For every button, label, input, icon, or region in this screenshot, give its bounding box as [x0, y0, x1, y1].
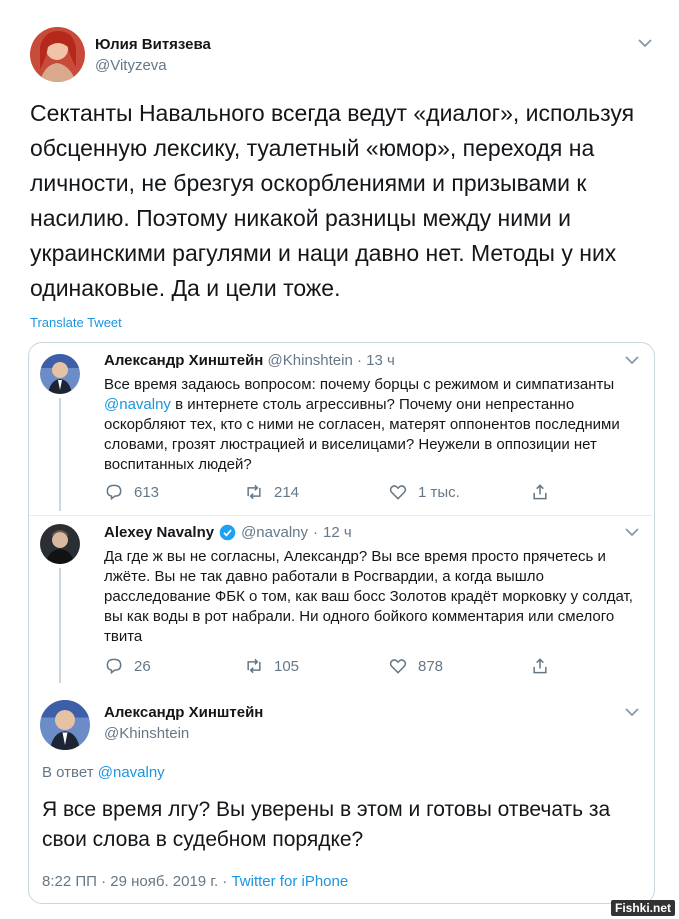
retweet-icon [247, 658, 261, 674]
heart-icon [389, 485, 407, 500]
tweet-source-link[interactable]: Twitter for iPhone [231, 873, 348, 890]
author-name[interactable]: Alexey Navalny [104, 524, 214, 541]
author-name[interactable]: Александр Хинштейн [104, 352, 263, 369]
translate-tweet-link[interactable]: Translate Tweet [30, 315, 122, 330]
tweet-timestamp[interactable]: 8:22 ПП · 29 нояб. 2019 г. · [42, 873, 231, 890]
tweet-text-part: Все время задаюсь вопросом: почему борцы… [104, 376, 615, 393]
retweet-count: 214 [274, 483, 300, 501]
avatar-khinshtein[interactable] [40, 354, 80, 394]
share-icon [533, 658, 547, 674]
share-action[interactable] [530, 482, 550, 502]
separator-dot: · [313, 524, 319, 541]
retweet-action[interactable]: 214 [244, 482, 299, 502]
author-handle[interactable]: @Khinshtein [268, 352, 353, 369]
thread-line [59, 568, 61, 683]
mention-link[interactable]: @navalny [98, 764, 165, 781]
quoted-tweet-text-2: Да где ж вы не согласны, Александр? Вы в… [104, 548, 633, 645]
retweet-count: 105 [274, 657, 300, 675]
reply-icon [106, 658, 122, 675]
like-count: 878 [418, 657, 444, 675]
avatar-navalny[interactable] [40, 524, 80, 564]
divider [29, 515, 652, 516]
verified-badge-icon [219, 524, 236, 541]
author-name[interactable]: Александр Хинштейн [104, 704, 263, 721]
watermark: Fishki.net [610, 900, 675, 916]
tweet-text: Сектанты Навального всегда ведут «диалог… [30, 100, 635, 301]
retweet-icon [247, 484, 261, 500]
reply-count: 26 [134, 657, 151, 675]
reply-prefix: В ответ [42, 764, 98, 781]
chevron-down-icon[interactable] [625, 707, 639, 717]
focused-tweet-text: Я все время лгу? Вы уверены в этом и гот… [42, 798, 611, 851]
quoted-header-2: Alexey Navalny @navalny · 12 ч [104, 524, 352, 541]
share-action[interactable] [530, 656, 550, 676]
avatar-khinshtein[interactable] [40, 700, 90, 750]
quoted-header-1: Александр Хинштейн @Khinshtein · 13 ч [104, 352, 395, 369]
tweet-text-part: в интернете столь агрессивны? Почему они… [104, 396, 620, 473]
mention-link[interactable]: @navalny [104, 396, 171, 413]
like-action[interactable]: 878 [388, 656, 443, 676]
tweet-time[interactable]: 12 ч [323, 524, 352, 541]
chevron-down-icon[interactable] [625, 355, 639, 365]
separator-dot: · [356, 352, 362, 369]
quoted-tweet-text-1: Все время задаюсь вопросом: почему борцы… [104, 375, 644, 475]
reply-action[interactable]: 26 [104, 656, 151, 676]
like-count: 1 тыс. [418, 483, 460, 501]
avatar-vityzeva[interactable] [30, 27, 85, 82]
tweet-time[interactable]: 13 ч [366, 352, 395, 369]
reply-context: В ответ @navalny [42, 764, 165, 781]
like-action[interactable]: 1 тыс. [388, 482, 460, 502]
author-handle[interactable]: @Khinshtein [104, 725, 189, 742]
retweet-action[interactable]: 105 [244, 656, 299, 676]
author-name[interactable]: Юлия Витязева [95, 36, 211, 53]
reply-action[interactable]: 613 [104, 482, 159, 502]
reply-icon [106, 484, 122, 501]
thread-line [59, 398, 61, 511]
reply-count: 613 [134, 483, 160, 501]
share-icon [533, 484, 547, 500]
heart-icon [389, 659, 407, 674]
tweet-meta: 8:22 ПП · 29 нояб. 2019 г. · Twitter for… [42, 873, 348, 890]
chevron-down-icon[interactable] [625, 527, 639, 537]
chevron-down-icon[interactable] [638, 38, 652, 48]
author-handle[interactable]: @navalny [241, 524, 308, 541]
author-handle[interactable]: @Vityzeva [95, 57, 167, 74]
